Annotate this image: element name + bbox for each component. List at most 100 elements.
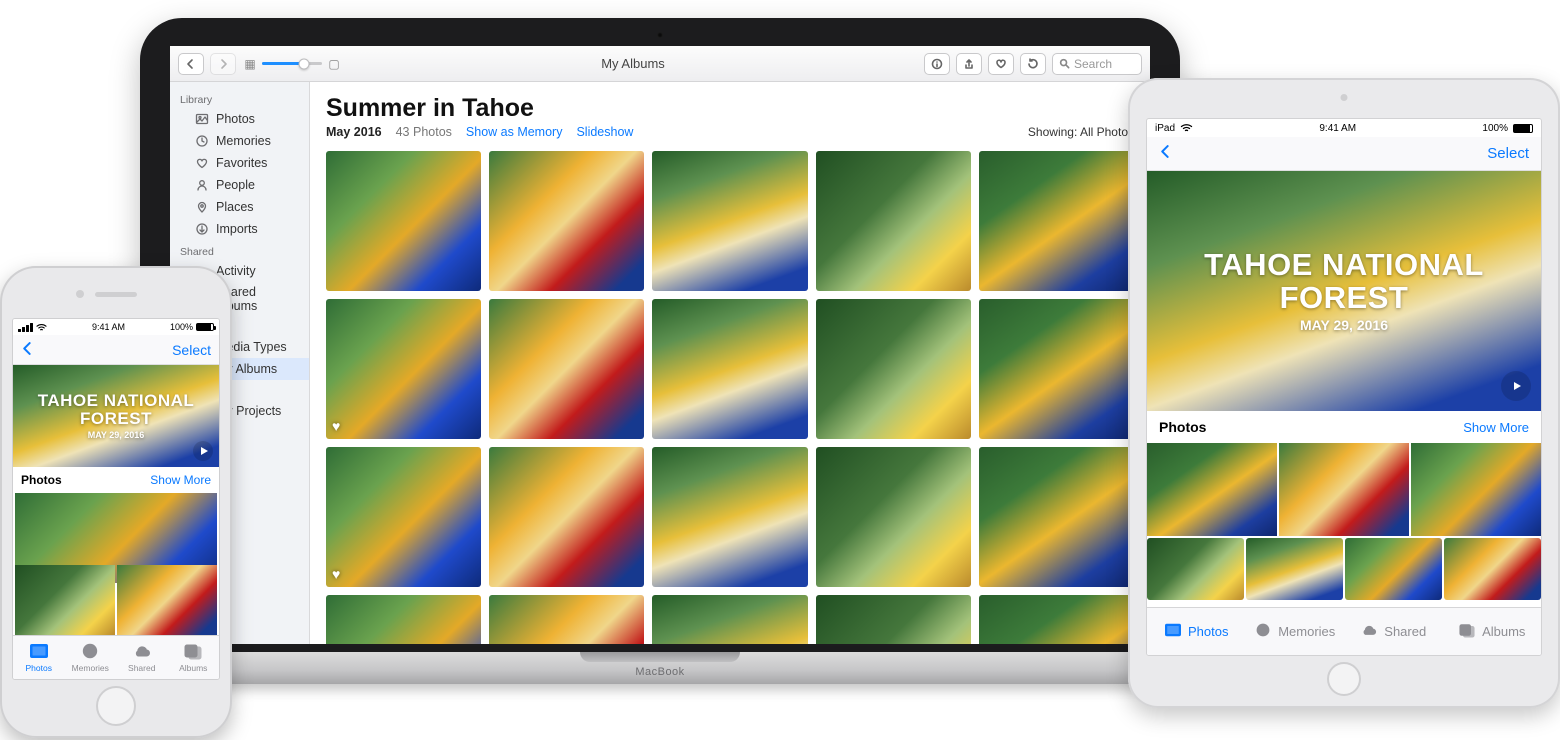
select-button[interactable]: Select <box>1487 145 1529 162</box>
photo-thumbnail[interactable] <box>652 299 807 439</box>
info-button[interactable] <box>924 53 950 75</box>
photo-thumbnail[interactable]: ♥ <box>326 447 481 587</box>
tab-photos[interactable]: Photos <box>1147 608 1246 655</box>
sidebar-item-label: People <box>216 178 255 192</box>
tab-memories[interactable]: Memories <box>65 636 117 679</box>
photo-thumbnail[interactable] <box>1147 538 1244 600</box>
nav-bar: Select <box>1147 137 1541 171</box>
people-icon <box>194 177 210 193</box>
tab-albums[interactable]: Albums <box>1443 608 1542 655</box>
camera-dot <box>657 32 663 38</box>
photo-thumbnail[interactable] <box>979 447 1134 587</box>
back-button[interactable] <box>1159 145 1172 162</box>
hero-date: MAY 29, 2016 <box>88 430 145 440</box>
wifi-icon <box>36 323 47 332</box>
sidebar-item-label: Photos <box>216 112 255 126</box>
select-button[interactable]: Select <box>172 342 211 358</box>
status-time: 9:41 AM <box>1319 123 1356 134</box>
tab-shared[interactable]: Shared <box>116 636 168 679</box>
tab-label: Memories <box>72 663 109 673</box>
tab-albums[interactable]: Albums <box>168 636 220 679</box>
sidebar-item-photos[interactable]: Photos <box>170 108 309 130</box>
photo-mini-grid <box>13 493 219 635</box>
photo-thumbnail[interactable] <box>979 595 1134 644</box>
sidebar-item-places[interactable]: Places <box>170 196 309 218</box>
photo-thumbnail[interactable] <box>15 565 115 635</box>
sidebar-section-header: Shared <box>170 240 309 260</box>
back-button[interactable] <box>21 342 34 358</box>
memories-icon <box>194 133 210 149</box>
photo-thumbnail[interactable] <box>326 151 481 291</box>
tab-label: Photos <box>1188 624 1228 639</box>
photo-thumbnail[interactable] <box>1246 538 1343 600</box>
iphone-screen: 9:41 AM 100% Select TAHOE NATIONAL FORE <box>12 318 220 680</box>
photo-thumbnail[interactable] <box>1444 538 1541 600</box>
photo-thumbnail[interactable] <box>326 595 481 644</box>
home-button[interactable] <box>1327 662 1361 696</box>
zoom-slider[interactable]: ▦ ▢ <box>242 56 342 72</box>
album-date: May 2016 <box>326 125 382 139</box>
sidebar-item-label: Favorites <box>216 156 267 170</box>
photo-thumbnail[interactable] <box>816 299 971 439</box>
photo-thumbnail[interactable] <box>1411 443 1541 536</box>
tab-memories[interactable]: Memories <box>1246 608 1345 655</box>
photos-icon <box>29 642 49 662</box>
forward-button <box>210 53 236 75</box>
memory-hero[interactable]: TAHOE NATIONAL FOREST MAY 29, 2016 <box>13 365 219 467</box>
tab-shared[interactable]: Shared <box>1344 608 1443 655</box>
photo-thumbnail[interactable] <box>979 299 1134 439</box>
iphone-body: 9:41 AM 100% Select TAHOE NATIONAL FORE <box>0 266 232 738</box>
sidebar-item-label: Imports <box>216 222 258 236</box>
heart-icon <box>194 155 210 171</box>
nav-bar: Select <box>13 335 219 365</box>
photo-thumbnail[interactable] <box>1147 443 1277 536</box>
photo-thumbnail[interactable] <box>652 595 807 644</box>
tab-photos[interactable]: Photos <box>13 636 65 679</box>
iphone-device: 9:41 AM 100% Select TAHOE NATIONAL FORE <box>0 266 232 738</box>
back-button[interactable] <box>178 53 204 75</box>
pin-icon <box>194 199 210 215</box>
sidebar-item-favorites[interactable]: Favorites <box>170 152 309 174</box>
macbook-body: ▦ ▢ My Albums Search Li <box>140 18 1180 658</box>
showing-label: Showing: All Photos <box>1028 125 1134 139</box>
sidebar-item-label: Memories <box>216 134 271 148</box>
camera-dot <box>1341 94 1348 101</box>
photo-thumbnail[interactable] <box>816 151 971 291</box>
memory-hero[interactable]: TAHOE NATIONAL FOREST MAY 29, 2016 <box>1147 171 1541 411</box>
play-icon[interactable] <box>193 441 213 461</box>
home-button[interactable] <box>96 686 136 726</box>
photo-thumbnail[interactable] <box>652 447 807 587</box>
tab-label: Albums <box>179 663 207 673</box>
play-icon[interactable] <box>1501 371 1531 401</box>
search-placeholder: Search <box>1074 57 1112 71</box>
tab-label: Shared <box>128 663 155 673</box>
show-as-memory-link[interactable]: Show as Memory <box>466 125 563 139</box>
macbook-device: ▦ ▢ My Albums Search Li <box>140 18 1180 718</box>
photo-thumbnail[interactable] <box>816 595 971 644</box>
search-field[interactable]: Search <box>1052 53 1142 75</box>
photos-icon <box>194 111 210 127</box>
photo-thumbnail[interactable] <box>489 595 644 644</box>
rotate-button[interactable] <box>1020 53 1046 75</box>
photo-thumbnail[interactable] <box>1279 443 1409 536</box>
photo-thumbnail[interactable] <box>1345 538 1442 600</box>
photo-thumbnail[interactable] <box>489 447 644 587</box>
slideshow-link[interactable]: Slideshow <box>576 125 633 139</box>
device-label: iPad <box>1155 123 1175 134</box>
show-more-link[interactable]: Show More <box>150 473 211 487</box>
photo-thumbnail[interactable] <box>652 151 807 291</box>
status-time: 9:41 AM <box>92 322 125 332</box>
photo-thumbnail[interactable] <box>979 151 1134 291</box>
sidebar-item-memories[interactable]: Memories <box>170 130 309 152</box>
photo-thumbnail[interactable] <box>489 151 644 291</box>
favorite-button[interactable] <box>988 53 1014 75</box>
photo-thumbnail[interactable] <box>816 447 971 587</box>
photo-thumbnail[interactable] <box>117 565 217 635</box>
sidebar-item-people[interactable]: People <box>170 174 309 196</box>
ipad-screen: iPad 9:41 AM 100% Select TAHOE NATIONA <box>1146 118 1542 656</box>
sidebar-item-imports[interactable]: Imports <box>170 218 309 240</box>
photo-thumbnail[interactable] <box>489 299 644 439</box>
share-button[interactable] <box>956 53 982 75</box>
photo-thumbnail[interactable]: ♥ <box>326 299 481 439</box>
show-more-link[interactable]: Show More <box>1463 420 1529 435</box>
